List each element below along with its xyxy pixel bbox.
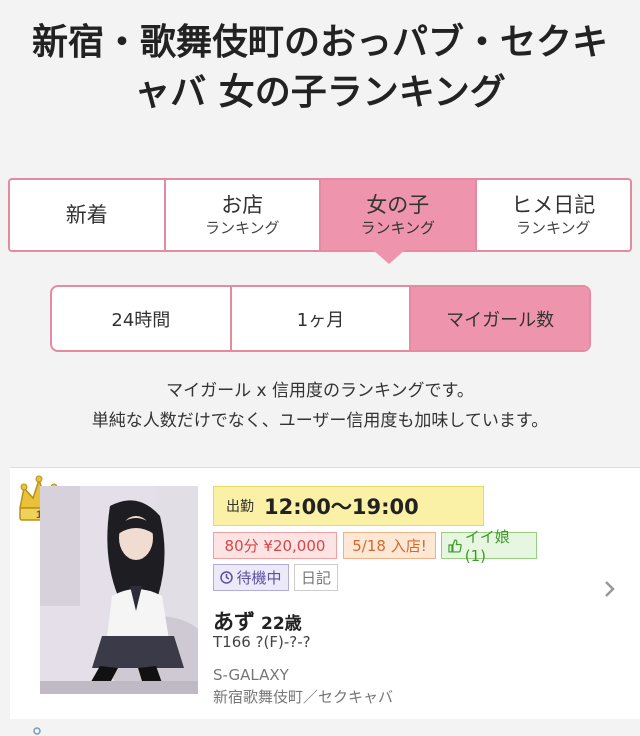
tab-new[interactable]: 新着 bbox=[10, 180, 166, 250]
tab-label: 新着 bbox=[65, 203, 108, 227]
clock-icon bbox=[220, 571, 234, 584]
profile-photo-illustration bbox=[40, 486, 198, 694]
page-title: 新宿・歌舞伎町のおっパブ・セクキャバ 女の子ランキング bbox=[31, 22, 608, 113]
profile-photo[interactable] bbox=[40, 486, 198, 694]
tab-label: ヒメ日記 bbox=[511, 193, 596, 217]
period-mygirl-count[interactable]: マイガール数 bbox=[411, 287, 589, 350]
active-tab-pointer bbox=[373, 250, 405, 264]
tab-diary-ranking[interactable]: ヒメ日記 ランキング bbox=[477, 180, 631, 250]
ranking-tabs: 新着 お店 ランキング 女の子 ランキング ヒメ日記 ランキング bbox=[8, 178, 632, 252]
tab-shop-ranking[interactable]: お店 ランキング bbox=[166, 180, 321, 250]
girl-name: あず bbox=[213, 610, 255, 634]
status-badge: 待機中 bbox=[213, 564, 289, 591]
shift-label: 出勤 bbox=[226, 499, 254, 515]
girl-size: T166 ?(F)-?-? bbox=[213, 633, 311, 651]
tab-sublabel: ランキング bbox=[204, 219, 280, 237]
price-badge: 80分 ¥20,000 bbox=[213, 532, 337, 559]
description-line: 単純な人数だけでなく、ユーザー信用度も加味しています。 bbox=[91, 411, 549, 431]
tab-label: お店 bbox=[221, 193, 264, 217]
status-label: 待機中 bbox=[236, 569, 282, 587]
ranking-card[interactable]: 1 出勤 12:00〜19:00 80分 ¥20,000 5/18 入店! イイ… bbox=[10, 467, 640, 736]
tab-sublabel: ランキング bbox=[360, 219, 436, 237]
shop-name[interactable]: S-GALAXY bbox=[213, 666, 289, 684]
new-entry-badge: 5/18 入店! bbox=[343, 532, 436, 559]
period-1month[interactable]: 1ヶ月 bbox=[232, 287, 412, 350]
chevron-right-icon[interactable] bbox=[604, 580, 616, 598]
tab-girl-ranking[interactable]: 女の子 ランキング bbox=[321, 180, 477, 250]
diary-badge[interactable]: 日記 bbox=[294, 564, 338, 591]
tab-label: 女の子 bbox=[366, 193, 430, 217]
period-selector: 24時間 1ヶ月 マイガール数 bbox=[50, 285, 591, 352]
shop-area: 新宿歌舞伎町／セクキャバ bbox=[213, 688, 394, 706]
shift-time: 12:00〜19:00 bbox=[264, 495, 419, 519]
shift-box: 出勤 12:00〜19:00 bbox=[213, 486, 484, 526]
person-icon bbox=[33, 727, 41, 735]
period-24h[interactable]: 24時間 bbox=[52, 287, 232, 350]
good-girl-badge[interactable]: イイ娘(1) bbox=[441, 528, 537, 565]
next-card-edge bbox=[0, 719, 640, 736]
good-girl-label: イイ娘(1) bbox=[464, 528, 510, 565]
ranking-description: マイガール x 信用度のランキングです。 単純な人数だけでなく、ユーザー信用度も… bbox=[0, 376, 640, 436]
girl-age: 22歳 bbox=[261, 614, 302, 634]
description-line: マイガール x 信用度のランキングです。 bbox=[166, 381, 474, 401]
thumbs-up-icon bbox=[448, 539, 462, 552]
tab-sublabel: ランキング bbox=[515, 219, 591, 237]
girl-name-row: あず 22歳 bbox=[213, 606, 302, 636]
